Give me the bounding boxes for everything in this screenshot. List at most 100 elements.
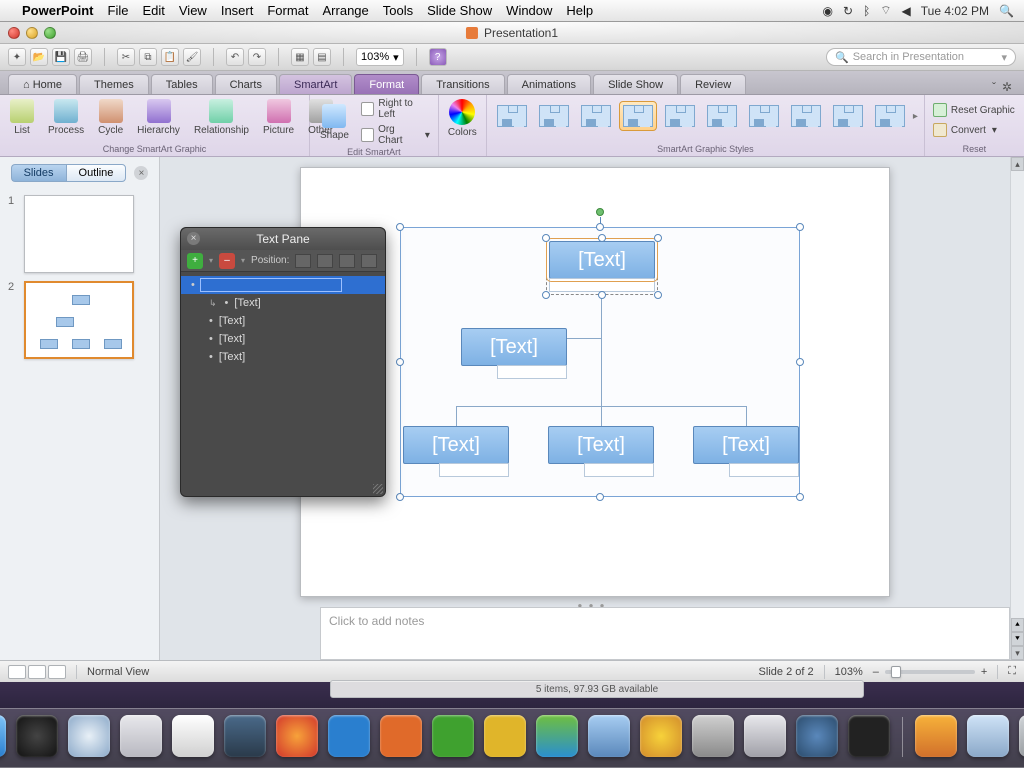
text-pane-input[interactable]	[201, 279, 341, 291]
style-thumb-5[interactable]	[661, 101, 699, 131]
scroll-up-button[interactable]: ▴	[1011, 157, 1024, 171]
style-thumb-1[interactable]	[493, 101, 531, 131]
position-btn-3[interactable]	[339, 254, 355, 268]
volume-icon[interactable]: ◀	[902, 4, 911, 18]
dock-documents-icon[interactable]	[967, 715, 1009, 757]
menu-help[interactable]: Help	[566, 3, 593, 18]
dock-itunes-icon[interactable]	[640, 715, 682, 757]
shape-button[interactable]: Shape	[316, 102, 353, 143]
style-thumb-7[interactable]	[745, 101, 783, 131]
format-painter-button[interactable]: 🖌	[183, 48, 201, 66]
dock-preview-icon[interactable]	[224, 715, 266, 757]
convert-button[interactable]: Convert▾	[931, 121, 1018, 139]
cut-button[interactable]: ✂	[117, 48, 135, 66]
tab-animations[interactable]: Animations	[507, 74, 591, 94]
org-node-child-2[interactable]: [Text]	[548, 426, 654, 477]
next-slide-button[interactable]: ⯆	[1011, 632, 1024, 646]
paste-button[interactable]: 📋	[161, 48, 179, 66]
dock-outlook-icon[interactable]	[484, 715, 526, 757]
copy-button[interactable]: ⧉	[139, 48, 157, 66]
smartart-hierarchy-button[interactable]: Hierarchy	[133, 97, 184, 138]
zoom-combo[interactable]: 103%▾	[356, 48, 404, 66]
tab-charts[interactable]: Charts	[215, 74, 277, 94]
close-window-button[interactable]	[8, 27, 20, 39]
minimize-window-button[interactable]	[26, 27, 38, 39]
resize-handle-br[interactable]	[796, 493, 804, 501]
dock-mail-icon[interactable]	[120, 715, 162, 757]
menu-slideshow[interactable]: Slide Show	[427, 3, 492, 18]
dock-firefox-icon[interactable]	[276, 715, 318, 757]
org-node-child-1[interactable]: [Text]	[403, 426, 509, 477]
app-menu[interactable]: PowerPoint	[22, 3, 94, 18]
clock[interactable]: Tue 4:02 PM	[921, 4, 989, 18]
text-pane-item-0[interactable]: •	[181, 276, 385, 294]
view-slideshow-button[interactable]	[48, 665, 66, 679]
fit-to-window-button[interactable]: ⛶	[1008, 665, 1016, 678]
style-thumb-9[interactable]	[829, 101, 867, 131]
menu-file[interactable]: File	[108, 3, 129, 18]
dock-dashboard-icon[interactable]	[16, 715, 58, 757]
tab-home[interactable]: Home	[8, 74, 77, 94]
dock-powerpoint-icon[interactable]	[380, 715, 422, 757]
smartart-list-button[interactable]: List	[6, 97, 38, 138]
help-button[interactable]: ?	[429, 48, 447, 66]
text-pane-titlebar[interactable]: × Text Pane	[181, 228, 385, 250]
resize-handle-l[interactable]	[396, 358, 404, 366]
outline-tab[interactable]: Outline	[66, 164, 127, 182]
vertical-scrollbar[interactable]: ▴ ⯅ ⯆ ▾	[1010, 157, 1024, 660]
dock-excel-icon[interactable]	[432, 715, 474, 757]
rotate-handle[interactable]	[596, 208, 604, 216]
org-node-assistant[interactable]: [Text]	[461, 328, 567, 379]
text-pane-item-2[interactable]: •[Text]	[181, 312, 385, 330]
open-button[interactable]: 📂	[30, 48, 48, 66]
position-btn-1[interactable]	[295, 254, 311, 268]
ribbon-collapse-icon[interactable]: ˇ	[992, 80, 996, 94]
spotlight-icon[interactable]: 🔍	[999, 4, 1014, 18]
colors-button[interactable]: Colors	[445, 97, 480, 140]
styles-more-button[interactable]: ▸	[913, 111, 918, 122]
resize-handle-t[interactable]	[596, 223, 604, 231]
text-pane[interactable]: × Text Pane + ▾ – ▾ Position: • ↳•[Text]…	[180, 227, 386, 497]
tab-review[interactable]: Review	[680, 74, 746, 94]
text-pane-add-button[interactable]: +	[187, 253, 203, 269]
dock-trash-icon[interactable]	[1019, 715, 1024, 757]
dock-terminal-icon[interactable]	[848, 715, 890, 757]
org-chart-button[interactable]: Org Chart▾	[359, 123, 432, 147]
sync-icon[interactable]: ◉	[823, 4, 833, 18]
zoom-readout[interactable]: 103%	[835, 666, 863, 678]
menu-insert[interactable]: Insert	[221, 3, 254, 18]
dock-communicator-icon[interactable]	[588, 715, 630, 757]
style-thumb-8[interactable]	[787, 101, 825, 131]
resize-handle-b[interactable]	[596, 493, 604, 501]
slides-tab[interactable]: Slides	[11, 164, 66, 182]
view-sorter-button[interactable]	[28, 665, 46, 679]
style-thumb-4[interactable]	[619, 101, 657, 131]
wifi-icon[interactable]: ⌔	[880, 3, 891, 18]
dock-finder-icon[interactable]	[0, 715, 6, 757]
view-normal-button[interactable]	[8, 665, 26, 679]
dock-rdp-icon[interactable]	[692, 715, 734, 757]
save-button[interactable]: 💾	[52, 48, 70, 66]
dock-messenger-icon[interactable]	[536, 715, 578, 757]
tab-transitions[interactable]: Transitions	[421, 74, 504, 94]
new-button[interactable]: ✦	[8, 48, 26, 66]
text-pane-resize-grip[interactable]	[373, 484, 383, 494]
new-slide-button[interactable]: ▦	[291, 48, 309, 66]
text-pane-remove-button[interactable]: –	[219, 253, 235, 269]
menu-window[interactable]: Window	[506, 3, 552, 18]
notes-area[interactable]: Click to add notes	[320, 607, 1010, 660]
resize-handle-tl[interactable]	[396, 223, 404, 231]
tab-tables[interactable]: Tables	[151, 74, 213, 94]
scroll-down-button[interactable]: ▾	[1011, 646, 1024, 660]
dock-safari-icon[interactable]	[68, 715, 110, 757]
position-btn-4[interactable]	[361, 254, 377, 268]
resize-handle-bl[interactable]	[396, 493, 404, 501]
org-node-root[interactable]: [Text]	[546, 238, 658, 295]
zoom-slider[interactable]: – +	[873, 666, 988, 678]
smartart-relationship-button[interactable]: Relationship	[190, 97, 253, 138]
text-pane-close[interactable]: ×	[187, 232, 200, 245]
slide-thumb-2[interactable]: 2	[0, 277, 159, 363]
zoom-window-button[interactable]	[44, 27, 56, 39]
menu-arrange[interactable]: Arrange	[323, 3, 369, 18]
text-pane-item-1[interactable]: ↳•[Text]	[181, 294, 385, 312]
